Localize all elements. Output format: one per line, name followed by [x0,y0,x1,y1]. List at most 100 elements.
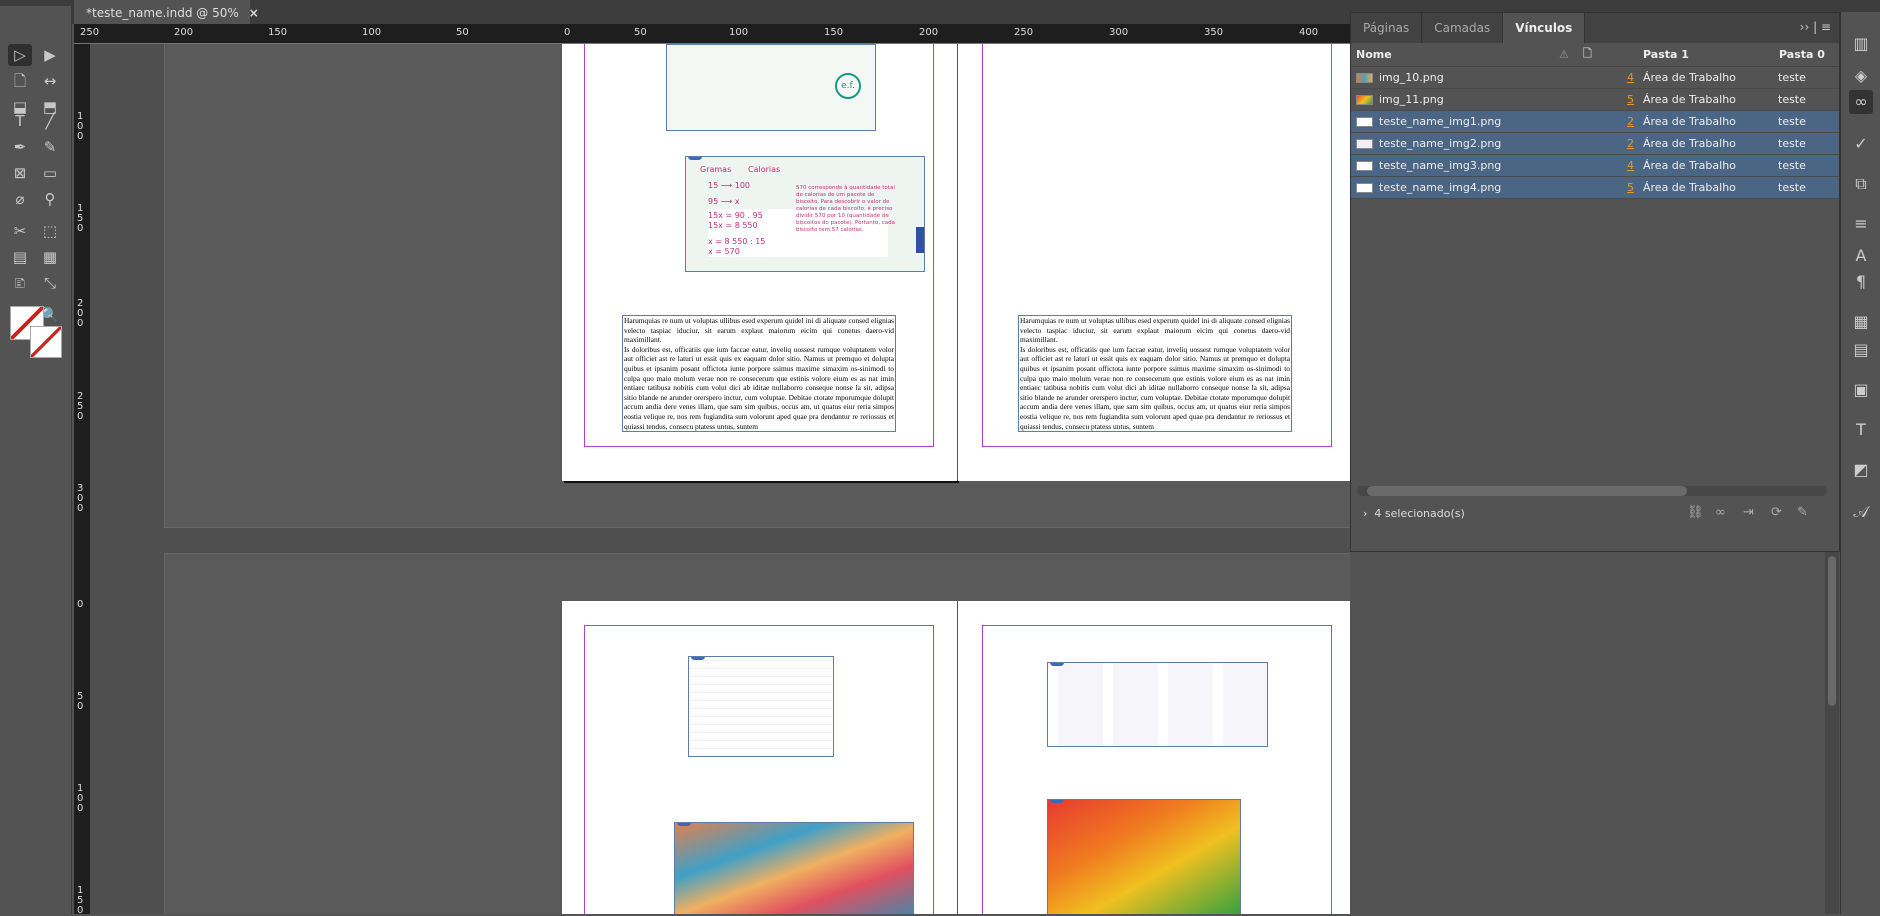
selection-status: › 4 selecionado(s) [1363,507,1465,520]
link-page-number[interactable]: 4 [1627,159,1634,172]
gradient-icon[interactable]: ▤ [1849,338,1873,362]
panel-menu-button[interactable]: ›› | ≡ [1800,20,1831,34]
scissors-path-tool[interactable]: ⌀ [8,188,32,210]
link-folder-1: Área de Trabalho [1643,137,1736,150]
link-page-number[interactable]: 2 [1627,137,1634,150]
column-pasta-0[interactable]: Pasta 0 [1779,48,1825,61]
layers-panel-icon[interactable]: ◈ [1849,64,1873,88]
link-folder-0: teste [1778,93,1806,106]
tab-paginas[interactable]: Páginas [1351,13,1423,43]
line-tool[interactable]: ╱ [38,110,62,132]
links-panel: Páginas Camadas Vínculos ›› | ≡ Nome ⚠ 🗋… [1350,12,1840,552]
refresh-icon[interactable]: ⟳ [1771,505,1782,520]
tools-panel: ▷▶🗋↔⬓⬒T╱✒✎⊠▭⌀⚲✂⬚▤▦🗈⤡✋🔍 [0,6,72,914]
tab-camadas[interactable]: Camadas [1422,13,1504,43]
stroke-icon[interactable]: ≡ [1849,212,1873,236]
image-text: 15 ⟶ 100 [708,181,751,190]
scroll-thumb[interactable] [1828,556,1836,706]
link-row[interactable]: teste_name_img4.png 5 Área de Trabalho test… [1351,177,1839,199]
text-frame-page-2[interactable]: Harumquias re num ut voluptas ullibus es… [1018,315,1292,432]
gradient-feather-tool[interactable]: ▦ [38,246,62,268]
rectangle-tool[interactable]: ▭ [38,162,62,184]
type-tool[interactable]: T [8,110,32,132]
stroke-swatch[interactable] [30,326,62,358]
link-name: teste_name_img4.png [1379,181,1502,194]
glyphs-icon[interactable]: 𝒜 [1849,500,1873,524]
ruler-label: 250 [1014,27,1034,38]
close-tab-button[interactable]: × [249,6,259,20]
link-thumbnail [1356,138,1373,149]
image-frame-img11[interactable] [1047,799,1241,914]
pencil-tool[interactable]: ✎ [38,136,62,158]
image-frame-img1[interactable]: e.f. [666,44,876,131]
horizontal-ruler[interactable]: 250 200 150 100 50 0 50 100 150 200 250 300 350 400 [74,24,1350,44]
link-row[interactable]: img_10.png 4 Área de Trabalho teste [1351,67,1839,89]
preflight-icon[interactable]: ✓ [1849,132,1873,156]
link-page-number[interactable]: 5 [1627,93,1634,106]
image-frame-img4[interactable] [1047,662,1268,747]
link-page-number[interactable]: 4 [1627,71,1634,84]
direct-selection-tool[interactable]: ▶ [38,44,62,66]
pages-panel-icon[interactable]: ▥ [1849,32,1873,56]
panel-horizontal-scrollbar[interactable] [1357,486,1827,496]
link-row[interactable]: teste_name_img1.png 2 Área de Trabalho test… [1351,111,1839,133]
pin-tool[interactable]: ⚲ [38,188,62,210]
document-canvas[interactable]: e.f. Gramas Calorias 15 ⟶ 100 95 ⟶ x 15x… [90,44,1350,914]
go-to-link-icon[interactable]: ∞ [1715,505,1726,520]
effects-icon[interactable]: ◩ [1849,458,1873,482]
ruler-label: 200 [174,27,194,38]
body-text[interactable]: Harumquias re num ut voluptas ullibus es… [623,316,895,431]
edit-original-icon[interactable]: ✎ [1797,505,1808,520]
selection-tool[interactable]: ▷ [8,44,32,66]
image-frame-img3[interactable] [688,656,834,757]
warning-icon[interactable]: ⚠ [1559,48,1569,61]
link-row[interactable]: teste_name_img2.png 2 Área de Trabalho test… [1351,133,1839,155]
link-folder-1: Área de Trabalho [1643,93,1736,106]
link-page-number[interactable]: 5 [1627,181,1634,194]
link-page-number[interactable]: 2 [1627,115,1634,128]
link-row[interactable]: img_11.png 5 Área de Trabalho teste [1351,89,1839,111]
page-tool[interactable]: 🗋 [8,70,32,92]
type-icon[interactable]: T [1849,418,1873,442]
image-frame-img2[interactable]: Gramas Calorias 15 ⟶ 100 95 ⟶ x 15x = 90… [685,156,925,272]
rectangle-frame-tool[interactable]: ⊠ [8,162,32,184]
text-wrap-icon[interactable]: ▣ [1849,378,1873,402]
tab-vinculos[interactable]: Vínculos [1503,13,1586,43]
free-transform-tool[interactable]: ⬚ [38,220,62,242]
paragraph-icon[interactable]: ¶ [1849,270,1873,294]
swatches-icon[interactable]: ▦ [1849,310,1873,334]
links-panel-icon[interactable]: ∞ [1849,90,1873,114]
character-styles-icon[interactable]: A [1849,244,1873,268]
ruler-label: 150 [77,203,84,234]
link-badge-icon [1050,800,1064,803]
note-tool[interactable]: 🗈 [8,272,32,294]
image-text: 570 corresponde à quantidade total de ca… [796,185,896,233]
link-thumbnail [1356,72,1373,83]
page-icon[interactable]: 🗋 [1583,45,1592,64]
vertical-ruler[interactable]: 100 150 200 250 300 0 50 100 150 [74,44,90,916]
link-name: img_11.png [1379,93,1444,106]
image-frame-img10[interactable] [674,822,914,914]
scroll-thumb[interactable] [1367,486,1687,496]
update-link-icon[interactable]: ⇥ [1743,505,1754,520]
text-frame-page-1[interactable]: Harumquias re num ut voluptas ullibus es… [622,315,896,432]
scissors-tool[interactable]: ✂ [8,220,32,242]
column-name[interactable]: Nome [1351,48,1591,61]
link-badge-icon [677,823,691,826]
link-row[interactable]: teste_name_img3.png 4 Área de Trabalho test… [1351,155,1839,177]
relink-folder-icon[interactable]: ⛓ [1687,505,1704,520]
panel-tabs: Páginas Camadas Vínculos ›› | ≡ [1351,13,1839,43]
spine [957,44,958,481]
body-text[interactable]: Harumquias re num ut voluptas ullibus es… [1019,316,1291,431]
document-title: *teste_name.indd @ 50% [86,6,239,20]
image-text: 15x = 90 . 95 [708,211,763,220]
content-conveyor-icon[interactable]: ⧉ [1849,172,1873,196]
ruler-label: 100 [729,27,749,38]
column-pasta-1[interactable]: Pasta 1 [1643,48,1689,61]
pen-tool[interactable]: ✒ [8,136,32,158]
gap-tool[interactable]: ↔ [38,70,62,92]
eyedropper-tool[interactable]: ⤡ [38,272,62,294]
canvas-vertical-scrollbar[interactable] [1825,536,1839,914]
gradient-swatch-tool[interactable]: ▤ [8,246,32,268]
ruler-label: 50 [456,27,469,38]
